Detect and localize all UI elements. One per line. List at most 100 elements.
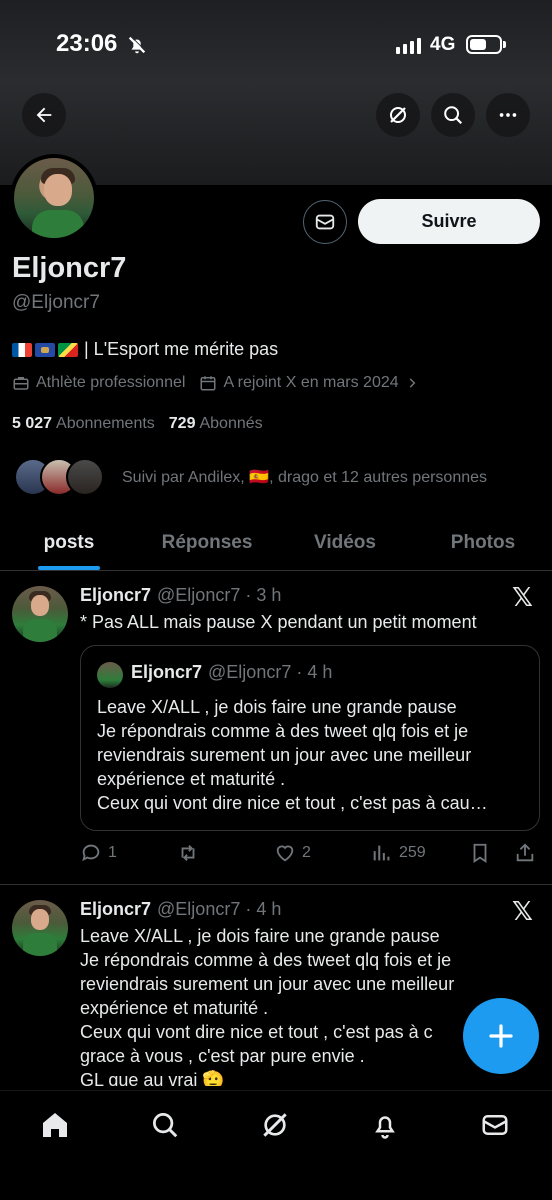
reply-icon	[82, 844, 100, 862]
reply-button[interactable]: 1	[80, 842, 117, 864]
nav-notifications[interactable]	[365, 1105, 405, 1145]
x-logo-icon: 𝕏	[512, 583, 533, 613]
active-tab-indicator	[38, 566, 100, 570]
tab-replies[interactable]: Réponses	[138, 515, 276, 570]
tweet-header: Eljoncr7 @Eljoncr7 · 3 h	[80, 585, 281, 606]
bookmark-icon	[473, 843, 487, 863]
notifications-icon	[375, 1116, 395, 1139]
profile-tabs: posts Réponses Vidéos Photos	[0, 515, 552, 571]
message-button[interactable]	[303, 200, 347, 244]
following-count: 5 027	[12, 415, 53, 432]
like-button[interactable]: 2	[274, 842, 311, 864]
share-icon	[516, 843, 534, 862]
back-arrow-icon	[36, 107, 52, 123]
tweet-header: Eljoncr7 @Eljoncr7 · 4 h	[80, 899, 281, 920]
nav-grok[interactable]	[255, 1105, 295, 1145]
status-time: 23:06	[56, 30, 118, 57]
tweet-author-name[interactable]: Eljoncr7	[80, 585, 151, 606]
bottom-nav	[0, 1090, 552, 1200]
tab-videos[interactable]: Vidéos	[276, 515, 414, 570]
tweet-actions: 1 2 259	[80, 842, 540, 868]
quoted-tweet[interactable]: Eljoncr7 @Eljoncr7 · 4 h Leave X/ALL , j…	[80, 645, 540, 831]
join-date-text: A rejoint X en mars 2024	[223, 374, 399, 391]
calendar-icon	[200, 376, 216, 391]
signal-icon	[396, 38, 421, 54]
tweet-avatar[interactable]	[12, 900, 68, 956]
profile-handle: @Eljoncr7	[12, 292, 100, 313]
views-icon	[373, 845, 390, 861]
profile-avatar[interactable]	[10, 154, 98, 242]
nav-search[interactable]	[145, 1105, 185, 1145]
quote-author-name: Eljoncr7	[131, 662, 203, 682]
followed-by-text: Suivi par Andilex, 🇪🇸, drago et 12 autre…	[122, 469, 488, 486]
profile-meta: Athlète professionnel A rejoint X en mar…	[12, 374, 433, 392]
tweet-meta: @Eljoncr7 · 3 h	[157, 585, 282, 605]
chevron-right-icon	[409, 378, 416, 388]
tab-label: Vidéos	[314, 531, 376, 553]
tweet-author-name[interactable]: Eljoncr7	[80, 899, 151, 920]
network-type: 4G	[430, 34, 456, 55]
flag-kosovo-icon	[35, 342, 55, 357]
views-button[interactable]: 259	[371, 842, 426, 864]
quote-text: Leave X/ALL , je dois faire une grande p…	[97, 697, 488, 813]
tweet-divider	[0, 884, 552, 885]
search-icon	[444, 106, 463, 125]
envelope-icon	[315, 214, 335, 230]
like-count: 2	[302, 844, 311, 861]
join-date[interactable]: A rejoint X en mars 2024	[199, 374, 418, 392]
follow-counts: 5 027 Abonnements 729 Abonnés	[12, 415, 263, 433]
tab-photos[interactable]: Photos	[414, 515, 552, 570]
nav-messages[interactable]	[475, 1105, 515, 1145]
views-count: 259	[399, 844, 426, 861]
home-icon	[43, 1113, 67, 1137]
following-link[interactable]: 5 027 Abonnements	[12, 415, 155, 433]
quote-meta: @Eljoncr7 · 4 h	[208, 662, 333, 682]
followers-count: 729	[168, 415, 196, 432]
reply-count: 1	[108, 844, 117, 861]
search-button[interactable]	[431, 93, 475, 137]
flag-congo-icon	[58, 342, 78, 357]
nav-home[interactable]	[35, 1105, 75, 1145]
tweet-avatar[interactable]	[12, 586, 68, 642]
followers-link[interactable]: 729 Abonnés	[169, 415, 263, 433]
grok-icon	[263, 1113, 287, 1137]
occupation: Athlète professionnel	[12, 374, 185, 392]
tab-label: Photos	[450, 531, 516, 553]
tab-posts[interactable]: posts	[0, 515, 138, 570]
follow-button[interactable]: Suivre	[358, 199, 540, 244]
messages-icon	[482, 1115, 508, 1135]
bookmark-button[interactable]	[469, 842, 491, 864]
share-button[interactable]	[514, 842, 536, 864]
x-logo-icon: 𝕏	[512, 897, 533, 927]
flag-france-icon	[12, 342, 32, 357]
followed-by[interactable]: Suivi par Andilex, 🇪🇸, drago et 12 autre…	[14, 458, 487, 496]
quote-header: Eljoncr7 @Eljoncr7 · 4 h	[131, 662, 332, 683]
tweet-meta: @Eljoncr7 · 4 h	[157, 899, 282, 919]
tweet-text: Leave X/ALL , je dois faire une grande p…	[80, 926, 455, 1086]
occupation-text: Athlète professionnel	[36, 374, 186, 391]
grok-button[interactable]	[376, 93, 420, 137]
more-button[interactable]	[486, 93, 530, 137]
follower-avatar	[66, 458, 104, 496]
quote-avatar	[97, 662, 123, 688]
profile-bio: | L'Esport me mérite pas	[12, 339, 278, 360]
battery-icon	[466, 35, 506, 54]
silent-bell-icon	[126, 34, 148, 61]
following-label: Abonnements	[56, 415, 155, 432]
bio-flags	[12, 342, 78, 357]
tab-label: posts	[43, 531, 95, 553]
plus-icon	[489, 1024, 513, 1048]
followers-label: Abonnés	[199, 415, 263, 432]
back-button[interactable]	[22, 93, 66, 137]
heart-icon	[276, 845, 294, 862]
grok-icon	[390, 107, 406, 123]
briefcase-icon	[13, 377, 29, 390]
search-icon	[153, 1113, 178, 1138]
more-icon	[499, 113, 517, 117]
bio-text: | L'Esport me mérite pas	[84, 339, 279, 359]
status-bar: 23:06 4G	[0, 0, 552, 90]
retweet-icon	[181, 845, 195, 861]
retweet-button[interactable]	[176, 842, 206, 864]
compose-button[interactable]	[463, 998, 539, 1074]
tweet-text: * Pas ALL mais pause X pendant un petit …	[80, 612, 477, 632]
